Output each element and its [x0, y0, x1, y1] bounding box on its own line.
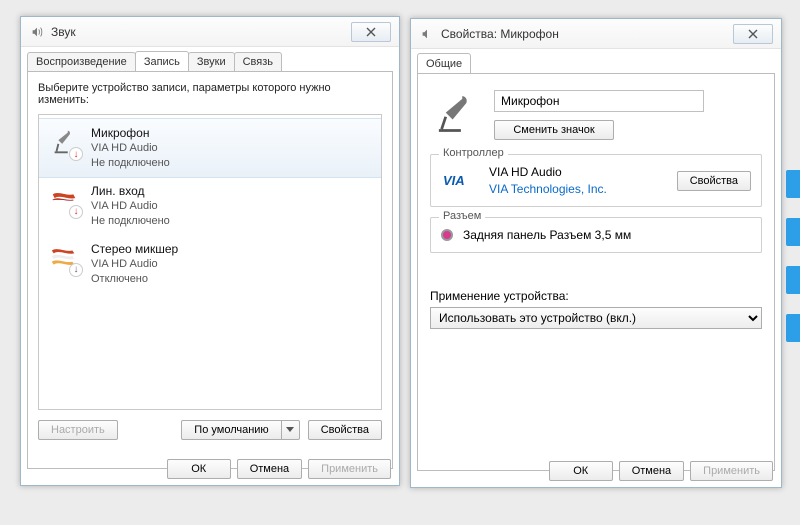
tab-sounds[interactable]: Звуки [188, 52, 235, 71]
set-default-split-button[interactable]: По умолчанию [181, 420, 299, 440]
tab-content: Сменить значок Контроллер VIA VIA HD Aud… [417, 73, 775, 471]
device-item-microphone[interactable]: ↓ Микрофон VIA HD Audio Не подключено [38, 118, 382, 178]
ok-button[interactable]: ОК [549, 461, 613, 481]
device-status: Отключено [91, 272, 178, 287]
group-title: Контроллер [439, 147, 508, 159]
tabstrip: Общие [411, 49, 781, 73]
status-badge-unplugged-icon: ↓ [69, 147, 83, 161]
controller-name: VIA HD Audio [489, 165, 607, 179]
device-name: Микрофон [91, 125, 170, 141]
jack-group: Разъем Задняя панель Разъем 3,5 мм [430, 217, 762, 253]
usage-label: Применение устройства: [430, 289, 762, 303]
microphone-properties-dialog: Свойства: Микрофон Общие Сменить значок … [410, 18, 782, 488]
titlebar[interactable]: Свойства: Микрофон [411, 19, 781, 49]
chevron-down-icon [286, 425, 294, 433]
jack-color-icon [441, 229, 453, 241]
close-icon [747, 29, 759, 39]
device-item-stereomix[interactable]: ↓ Стерео микшер VIA HD Audio Отключено [39, 235, 381, 293]
apply-button[interactable]: Применить [690, 461, 773, 481]
device-item-linein[interactable]: ↓ Лин. вход VIA HD Audio Не подключено [39, 177, 381, 235]
device-name-input[interactable] [494, 90, 704, 112]
properties-button[interactable]: Свойства [308, 420, 382, 440]
microphone-icon: ↓ [47, 125, 81, 159]
speaker-icon [419, 26, 435, 42]
linein-icon: ↓ [47, 183, 81, 217]
svg-text:VIA: VIA [443, 173, 465, 188]
ok-button[interactable]: ОК [167, 459, 231, 479]
status-badge-disabled-icon: ↓ [69, 263, 83, 277]
tab-general[interactable]: Общие [417, 53, 471, 73]
device-usage-select[interactable]: Использовать это устройство (вкл.) [430, 307, 762, 329]
configure-button[interactable]: Настроить [38, 420, 118, 440]
tab-recording[interactable]: Запись [135, 51, 189, 71]
device-name: Лин. вход [91, 183, 170, 199]
instruction-text: Выберите устройство записи, параметры ко… [38, 82, 382, 106]
device-buttons-row: Настроить По умолчанию Свойства [38, 420, 382, 440]
tab-communications[interactable]: Связь [234, 52, 282, 71]
window-title: Звук [51, 25, 76, 39]
stereomix-icon: ↓ [47, 241, 81, 275]
close-icon [365, 27, 377, 37]
microphone-icon [430, 90, 478, 138]
device-status: Не подключено [91, 156, 170, 171]
controller-group: Контроллер VIA VIA HD Audio VIA Technolo… [430, 154, 762, 207]
speaker-icon [29, 24, 45, 40]
titlebar[interactable]: Звук [21, 17, 399, 47]
close-button[interactable] [351, 22, 391, 42]
group-title: Разъем [439, 210, 485, 222]
device-list[interactable]: ↓ Микрофон VIA HD Audio Не подключено ↓ … [38, 114, 382, 410]
change-icon-button[interactable]: Сменить значок [494, 120, 614, 140]
cancel-button[interactable]: Отмена [237, 459, 302, 479]
tab-playback[interactable]: Воспроизведение [27, 52, 136, 71]
close-button[interactable] [733, 24, 773, 44]
vendor-link[interactable]: VIA Technologies, Inc. [489, 182, 607, 196]
dialog-buttons: ОК Отмена Применить [167, 459, 391, 479]
device-name: Стерео микшер [91, 241, 178, 257]
jack-text: Задняя панель Разъем 3,5 мм [463, 228, 631, 242]
tab-content: Выберите устройство записи, параметры ко… [27, 71, 393, 469]
set-default-dropdown[interactable] [282, 420, 300, 440]
controller-properties-button[interactable]: Свойства [677, 171, 751, 191]
apply-button[interactable]: Применить [308, 459, 391, 479]
device-driver: VIA HD Audio [91, 199, 170, 214]
device-header: Сменить значок [430, 86, 762, 140]
background-accent [786, 170, 800, 362]
window-title: Свойства: Микрофон [441, 27, 559, 41]
sound-dialog: Звук Воспроизведение Запись Звуки Связь … [20, 16, 400, 486]
via-logo-icon: VIA [441, 172, 479, 190]
status-badge-unplugged-icon: ↓ [69, 205, 83, 219]
device-driver: VIA HD Audio [91, 257, 178, 272]
set-default-button[interactable]: По умолчанию [181, 420, 281, 440]
device-driver: VIA HD Audio [91, 141, 170, 156]
dialog-buttons: ОК Отмена Применить [549, 461, 773, 481]
tabstrip: Воспроизведение Запись Звуки Связь [21, 47, 399, 71]
cancel-button[interactable]: Отмена [619, 461, 684, 481]
device-status: Не подключено [91, 214, 170, 229]
